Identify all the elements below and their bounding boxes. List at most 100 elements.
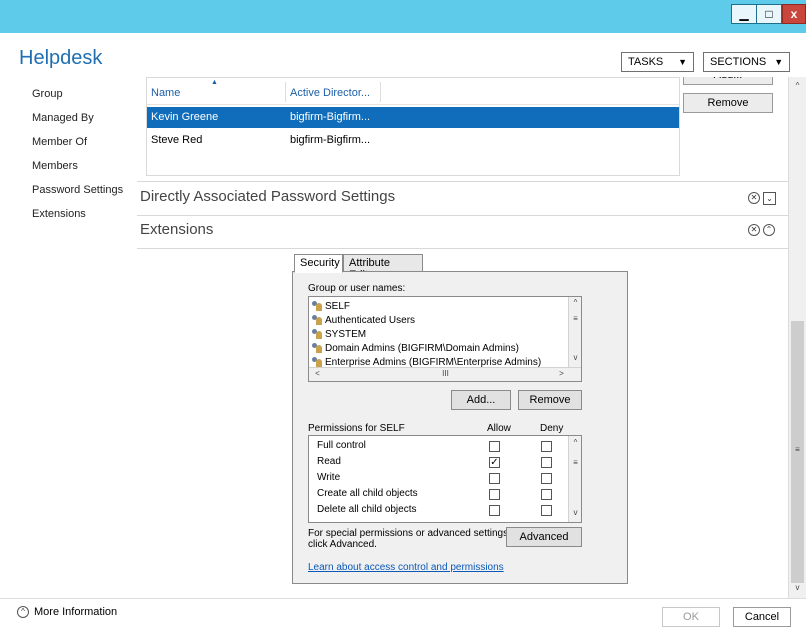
expand-section-icon[interactable]: ⌄ [763,192,776,205]
user-group-icon [311,329,323,339]
add-member-button[interactable]: Add... [683,77,773,85]
group-name: Domain Admins (BIGFIRM\Domain Admins) [325,342,519,354]
allow-column-label: Allow [487,423,511,434]
scroll-thumb-icon[interactable]: ≡ [569,458,581,467]
group-name: SELF [325,300,351,312]
members-grid: ▲ Name Active Director... Kevin Greene b… [146,77,680,176]
group-name: Enterprise Admins (BIGFIRM\Enterprise Ad… [325,356,542,368]
allow-checkbox[interactable] [489,473,500,484]
allow-checkbox[interactable] [489,505,500,516]
table-row[interactable]: Steve Red bigfirm-Bigfirm... [147,130,679,151]
advanced-hint-line1: For special permissions or advanced sett… [308,528,511,539]
allow-checkbox[interactable]: ✓ [489,457,500,468]
main-vscroll[interactable]: ^ ≡ v [788,77,806,598]
grid-header: ▲ Name Active Director... [147,78,679,105]
permission-full-control: Full control [317,439,366,451]
remove-member-button[interactable]: Remove [683,93,773,113]
ok-button[interactable]: OK [662,607,720,627]
collapse-icon: ^ [17,606,29,618]
more-information-toggle[interactable]: ^ More Information [17,606,117,618]
list-item[interactable]: SYSTEM [311,327,366,341]
table-row[interactable]: Kevin Greene bigfirm-Bigfirm... [147,107,679,128]
scroll-down-icon[interactable]: v [789,583,806,592]
sidebar-item-member-of[interactable]: Member Of [32,136,136,160]
user-group-icon [311,315,323,325]
section-title-password-settings[interactable]: Directly Associated Password Settings [140,188,395,205]
close-section-icon[interactable]: ✕ [748,224,760,236]
collapse-section-icon[interactable]: ⌃ [763,224,775,236]
user-group-icon [311,301,323,311]
tasks-dropdown[interactable]: TASKS ▼ [621,52,694,72]
list-item[interactable]: Authenticated Users [311,313,415,327]
cell-name: Kevin Greene [151,111,219,123]
minimize-button[interactable]: ▁ [731,4,757,24]
tasks-label: TASKS [628,56,664,68]
group-name: Authenticated Users [325,314,416,326]
window-titlebar: ▁ □ x [0,0,806,33]
permission-write: Write [317,471,341,483]
sidebar-item-group[interactable]: Group [32,88,136,112]
close-window-button[interactable]: x [782,4,806,24]
sections-dropdown[interactable]: SECTIONS ▼ [703,52,790,72]
permission-read: Read [317,455,341,467]
list-item[interactable]: SELF [311,299,350,313]
group-list-vscroll[interactable]: ^ ≡ v [568,297,581,367]
deny-checkbox[interactable] [541,489,552,500]
scroll-up-icon[interactable]: ^ [569,298,581,307]
scroll-down-icon[interactable]: v [569,508,581,517]
sidebar-item-extensions[interactable]: Extensions [32,208,136,232]
section-divider [137,215,788,216]
permission-delete-child: Delete all child objects [317,503,417,515]
add-group-button[interactable]: Add... [451,390,511,410]
cell-active-directory: bigfirm-Bigfirm... [290,111,371,123]
permissions-vscroll[interactable]: ^ ≡ v [568,436,581,522]
section-title-extensions[interactable]: Extensions [140,221,213,238]
deny-checkbox[interactable] [541,505,552,516]
cancel-button[interactable]: Cancel [733,607,791,627]
column-header-name[interactable]: Name [151,87,180,99]
cell-name: Steve Red [151,134,203,146]
allow-checkbox[interactable] [489,489,500,500]
chevron-down-icon: ▼ [774,57,784,67]
group-names-list[interactable]: SELF Authenticated Users SYSTEM Domain A… [308,296,582,382]
scroll-up-icon[interactable]: ^ [789,81,806,90]
sidebar-item-password-settings[interactable]: Password Settings [32,184,136,208]
group-names-label: Group or user names: [308,283,406,294]
column-header-active-directory[interactable]: Active Director... [290,87,370,99]
chevron-down-icon: ▼ [678,57,687,67]
tab-attribute-editor[interactable]: Attribute Editor [343,254,423,281]
deny-checkbox[interactable] [541,457,552,468]
user-group-icon [311,343,323,353]
scroll-right-icon[interactable]: > [425,369,581,378]
scroll-down-icon[interactable]: v [569,353,581,362]
permissions-list[interactable]: Full control Read Write Create all child… [308,435,582,523]
sort-ascending-icon: ▲ [211,79,218,86]
scroll-thumb-icon[interactable]: ≡ [569,314,581,323]
advanced-button[interactable]: Advanced [506,527,582,547]
group-list-hscroll[interactable]: < III > [309,367,581,381]
group-name: SYSTEM [325,328,367,340]
maximize-button[interactable]: □ [756,4,782,24]
allow-checkbox[interactable] [489,441,500,452]
deny-column-label: Deny [540,423,564,434]
sidebar-item-managed-by[interactable]: Managed By [32,112,136,136]
access-control-help-link[interactable]: Learn about access control and permissio… [308,562,504,573]
remove-group-button[interactable]: Remove [518,390,582,410]
column-divider[interactable] [285,82,286,102]
close-section-icon[interactable]: ✕ [748,192,760,204]
permission-create-child: Create all child objects [317,487,418,499]
column-divider[interactable] [380,82,381,102]
tab-security[interactable]: Security [294,254,343,273]
advanced-hint-line2: click Advanced. [308,539,377,550]
sections-label: SECTIONS [710,56,767,68]
scroll-up-icon[interactable]: ^ [569,438,581,447]
deny-checkbox[interactable] [541,441,552,452]
list-item[interactable]: Domain Admins (BIGFIRM\Domain Admins) [311,341,519,355]
cell-active-directory: bigfirm-Bigfirm... [290,134,371,146]
sidebar-nav: Group Managed By Member Of Members Passw… [32,82,136,232]
section-divider [137,181,788,182]
page-title: Helpdesk [19,47,103,69]
sidebar-item-members[interactable]: Members [32,160,136,184]
more-information-label: More Information [34,606,118,618]
deny-checkbox[interactable] [541,473,552,484]
